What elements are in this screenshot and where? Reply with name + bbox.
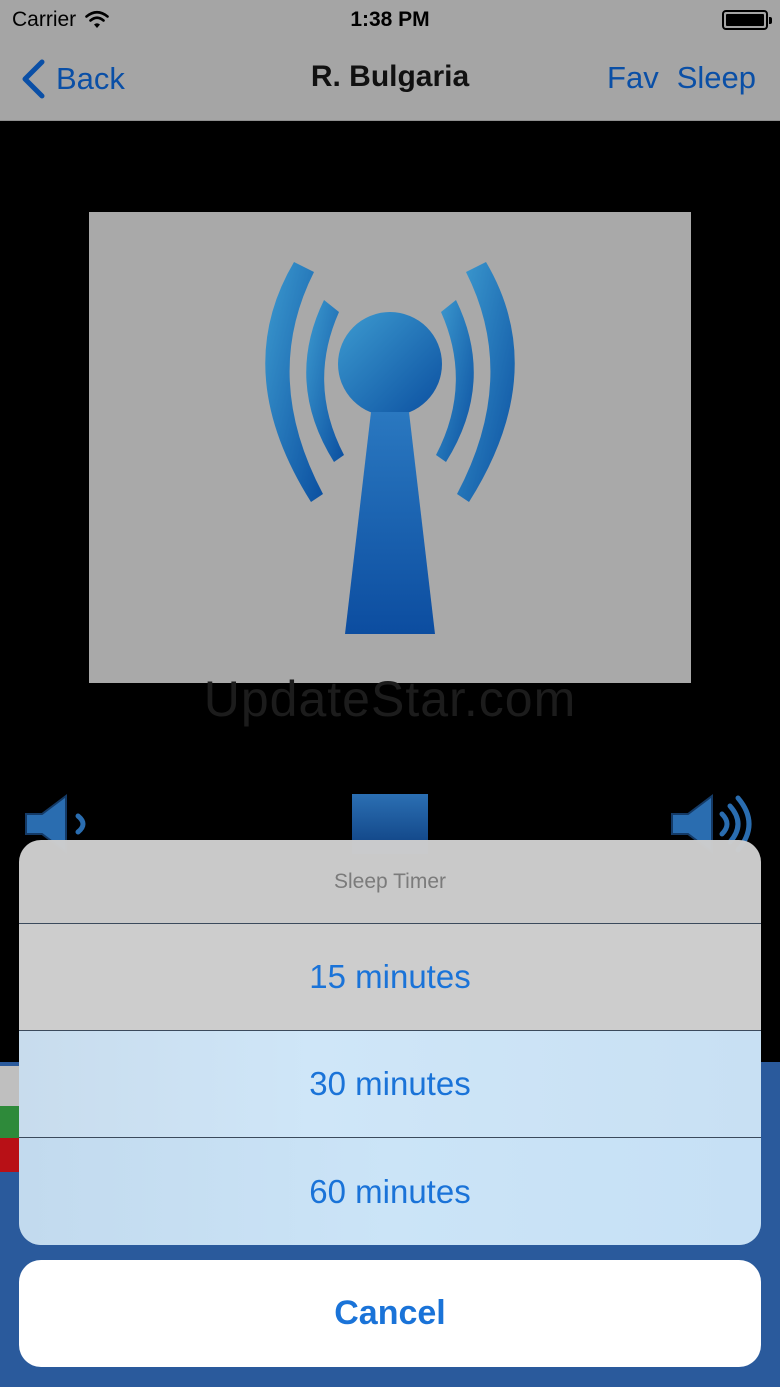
battery-icon <box>722 10 772 30</box>
sheet-title: Sleep Timer <box>19 840 761 924</box>
fav-button[interactable]: Fav <box>607 60 659 96</box>
flag-stripe-green <box>0 1106 20 1138</box>
cancel-button[interactable]: Cancel <box>19 1260 761 1367</box>
flag-stripe-red <box>0 1138 20 1172</box>
sleep-timer-sheet: Sleep Timer 15 minutes 30 minutes 60 min… <box>19 840 761 1245</box>
sleep-button[interactable]: Sleep <box>677 60 756 96</box>
navigation-bar: Back R. Bulgaria Fav Sleep <box>0 40 780 121</box>
nav-actions: Fav Sleep <box>607 60 756 96</box>
status-time: 1:38 PM <box>350 8 430 31</box>
radio-tower-icon <box>265 262 515 634</box>
flag-icon <box>0 1066 20 1106</box>
watermark-text: UpdateStar.com <box>203 671 577 727</box>
option-30-minutes[interactable]: 30 minutes <box>19 1031 761 1138</box>
option-15-minutes[interactable]: 15 minutes <box>19 924 761 1031</box>
station-artwork <box>89 212 691 683</box>
status-bar: Carrier 1:38 PM <box>0 0 780 40</box>
option-60-minutes[interactable]: 60 minutes <box>19 1138 761 1245</box>
